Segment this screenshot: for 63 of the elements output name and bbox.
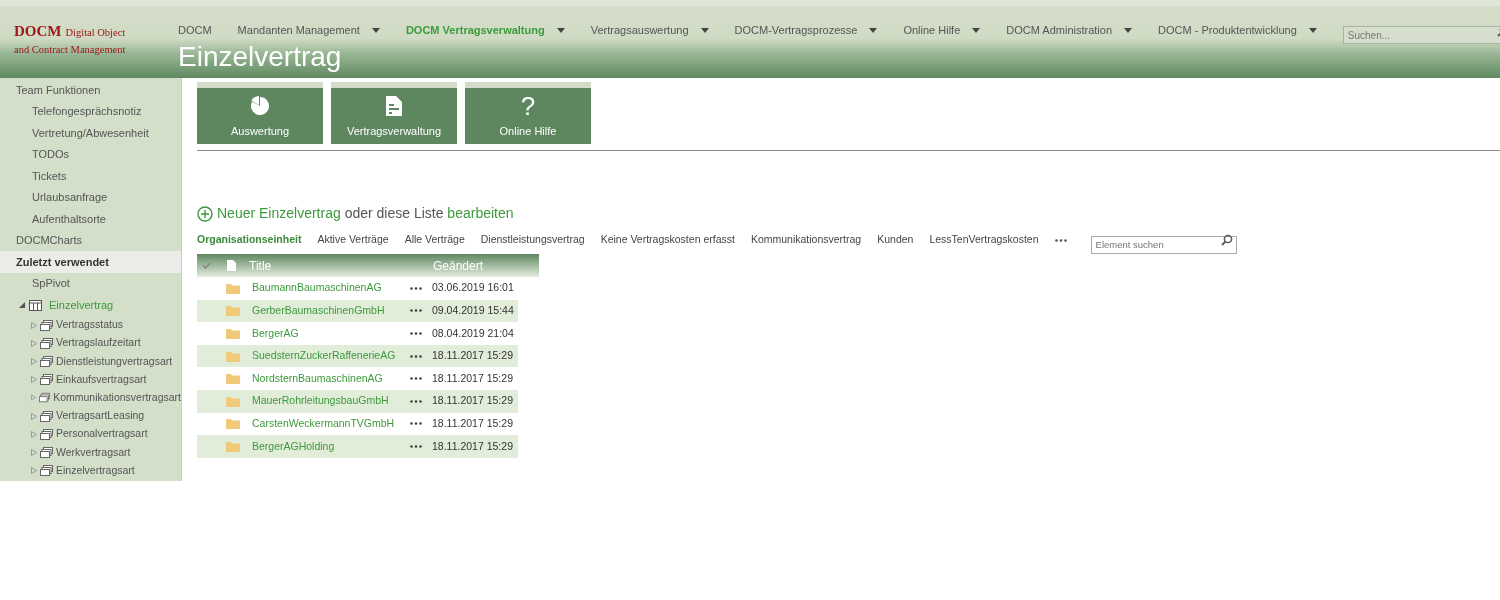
- view-tab[interactable]: Kunden: [877, 232, 914, 248]
- table-cell-text: 09.04.2019 15:44: [432, 303, 514, 318]
- table-cell-text: 18.11.2017 15:29: [432, 370, 513, 386]
- table-cell: 18.11.2017 15:29: [432, 348, 513, 364]
- logo-tagline: Digital Object: [65, 27, 126, 38]
- sidebar-item[interactable]: Tickets: [0, 165, 181, 187]
- sidebar-item[interactable]: Urlaubsanfrage: [0, 186, 181, 208]
- sidebar-item[interactable]: TODOs: [0, 143, 181, 165]
- sidebar-item[interactable]: Kommunikationsvertragsart: [53, 389, 181, 406]
- table-cell-text: 18.11.2017 15:29: [432, 393, 513, 409]
- view-tab[interactable]: Kommunikationsvertrag: [750, 232, 862, 248]
- logo-brand: DOCM: [14, 23, 62, 39]
- view-tab[interactable]: LessTenVertragskosten: [929, 232, 1039, 248]
- edit-list-link[interactable]: bearbeiten: [447, 205, 514, 221]
- sidebar-item[interactable]: Zuletzt verwendet: [0, 251, 181, 273]
- tile-button[interactable]: Vertragsverwaltung: [331, 82, 457, 144]
- table-cell[interactable]: MauerRohrleitungsbauGmbH: [252, 393, 410, 410]
- sidebar-item[interactable]: Vertragslaufzeitart: [56, 335, 141, 352]
- logo-tagline: and Contract Management: [14, 43, 126, 57]
- sidebar-item[interactable]: Personalvertragsart: [56, 426, 148, 443]
- new-item-link[interactable]: Neuer Einzelvertrag: [217, 205, 341, 221]
- table-cell[interactable]: GerberBaumaschinenGmbH: [252, 303, 410, 319]
- sidebar-item[interactable]: Team Funktionen: [0, 79, 181, 101]
- page-title: Einzelvertrag: [178, 42, 342, 72]
- sidebar-item[interactable]: Einkaufsvertragsart: [56, 371, 147, 388]
- nav-item[interactable]: DOCM-Vertragsprozesse: [734, 22, 858, 39]
- table-cell[interactable]: BergerAG: [252, 325, 410, 342]
- sidebar-item[interactable]: Werkvertragsart: [56, 444, 131, 461]
- sidebar-item[interactable]: SpPivot: [0, 272, 181, 294]
- table-cell[interactable]: NordsternBaumaschinenAG: [252, 370, 410, 387]
- question-mark-icon: ?: [520, 93, 536, 119]
- table-cell-text: 18.11.2017 15:29: [432, 416, 513, 431]
- sidebar-item[interactable]: DOCMCharts: [0, 229, 181, 251]
- nav-item[interactable]: Vertragsauswertung: [590, 22, 689, 39]
- sidebar-item[interactable]: VertragsartLeasing: [56, 408, 145, 424]
- table-cell-text: 03.06.2019 16:01: [432, 280, 514, 296]
- view-tab[interactable]: Organisationseinheit: [197, 232, 302, 248]
- tile-button[interactable]: ? Online Hilfe: [465, 82, 591, 144]
- table-cell[interactable]: BergerAGHolding: [252, 438, 410, 455]
- view-tab[interactable]: Alle Verträge: [404, 232, 465, 248]
- view-tab[interactable]: Aktive Verträge: [317, 232, 389, 248]
- nav-item[interactable]: Mandanten Management: [237, 22, 360, 39]
- table-cell-text: 18.11.2017 15:29: [432, 438, 513, 454]
- view-tab[interactable]: Keine Vertragskosten erfasst: [600, 232, 735, 248]
- table-cell[interactable]: BaumannBaumaschinenAG: [252, 280, 410, 297]
- nav-item[interactable]: Online Hilfe: [903, 22, 961, 39]
- sidebar-item[interactable]: Vertragsstatus: [56, 317, 124, 333]
- sidebar-item[interactable]: Einzelvertragsart: [56, 462, 135, 479]
- view-tab[interactable]: Dienstleistungsvertrag: [480, 232, 585, 248]
- nav-item[interactable]: DOCM: [178, 22, 212, 39]
- sidebar-item[interactable]: Dienstleistungvertragsart: [56, 353, 173, 370]
- sidebar-item[interactable]: Vertretung/Abwesenheit: [0, 122, 181, 144]
- new-item-text: oder diese Liste: [344, 205, 444, 221]
- nav-item[interactable]: DOCM Administration: [1006, 22, 1113, 39]
- sidebar-item[interactable]: Telefongesprächsnotiz: [0, 100, 181, 122]
- search-field[interactable]: Suchen...: [1342, 26, 1500, 44]
- table-cell[interactable]: CarstenWeckermannTVGmbH: [252, 416, 410, 432]
- table-cell[interactable]: SuedsternZuckerRaffenerieAG: [252, 348, 410, 364]
- list-search-field[interactable]: Element suchen: [1090, 235, 1237, 254]
- sidebar-item[interactable]: Aufenthaltsorte: [0, 208, 181, 230]
- nav-item[interactable]: DOCM - Produktentwicklung: [1158, 22, 1297, 39]
- table-cell-text: 08.04.2019 21:04: [432, 325, 514, 341]
- tile-button[interactable]: Auswertung: [197, 82, 323, 144]
